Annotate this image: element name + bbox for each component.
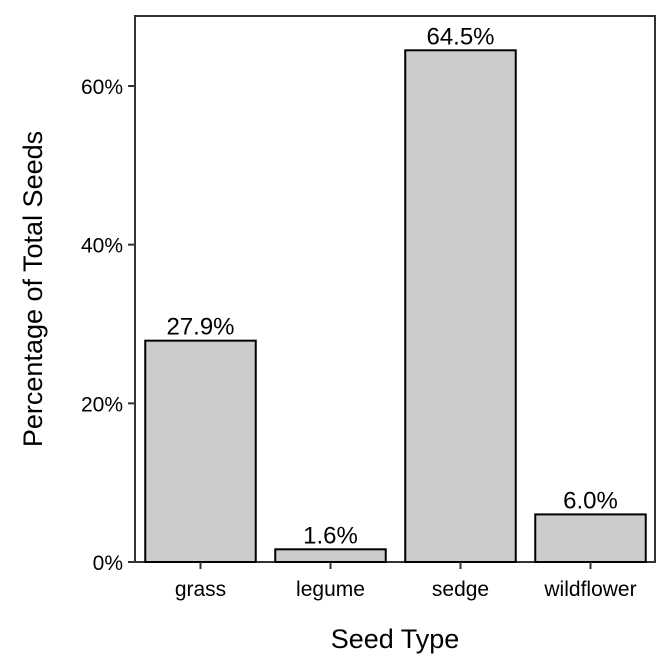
bar-chart: 27.9% 1.6% 64.5% 6.0% 0% 20% 40% 60% grass legu… [18, 15, 656, 654]
data-label-grass: 27.9% [166, 314, 234, 341]
data-label-sedge: 64.5% [426, 23, 494, 50]
x-tick-label-legume: legume [296, 578, 365, 601]
x-tick-label-sedge: sedge [432, 578, 489, 601]
bar-grass [144, 339, 257, 563]
x-tick-label-wildflower: wildflower [543, 578, 636, 601]
x-axis-title: Seed Type [331, 624, 460, 654]
x-tick-label-grass: grass [175, 578, 226, 601]
y-tick-label-60: 60% [81, 76, 123, 99]
y-tick-label-0: 0% [93, 552, 123, 575]
y-axis-title: Percentage of Total Seeds [18, 131, 48, 447]
y-tick-label-40: 40% [81, 235, 123, 258]
bar-wildflower [534, 513, 647, 564]
data-label-wildflower: 6.0% [563, 487, 618, 514]
data-label-legume: 1.6% [303, 522, 358, 549]
y-tick-label-20: 20% [81, 393, 123, 416]
bar-sedge [404, 49, 517, 564]
bar-legume [274, 548, 387, 563]
